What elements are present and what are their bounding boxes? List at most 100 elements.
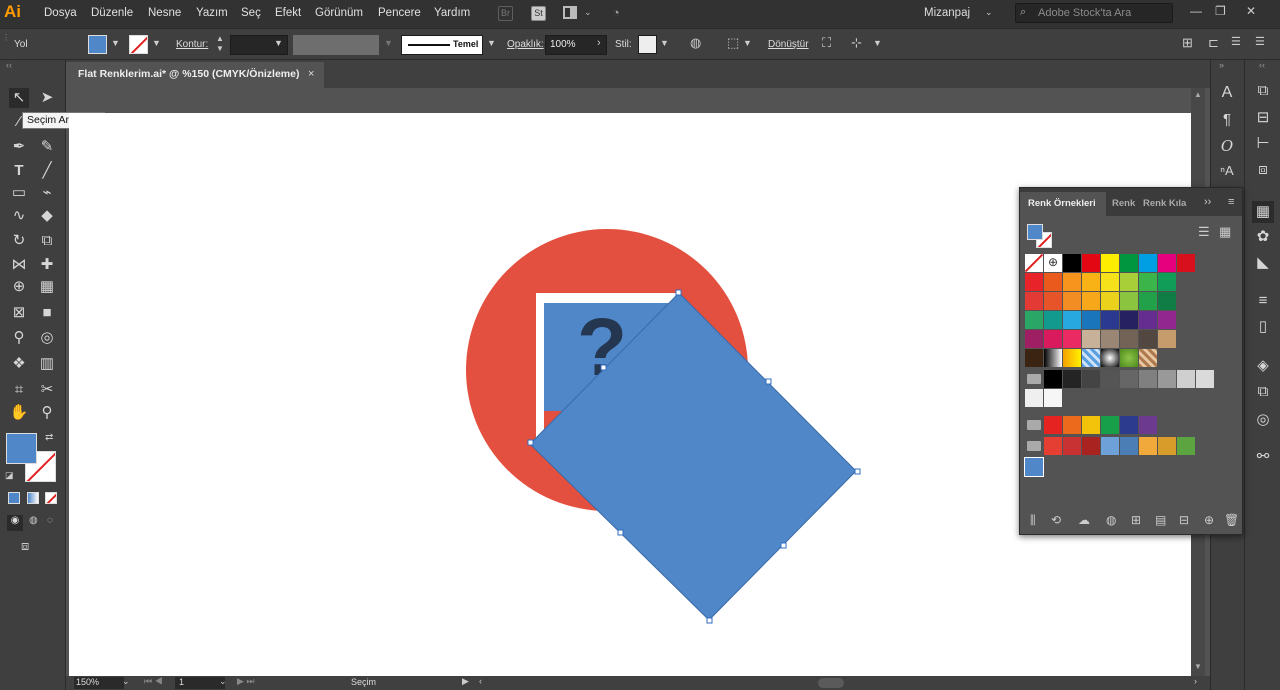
swatch[interactable]: [1158, 254, 1176, 272]
transform-icon[interactable]: ⧈: [1252, 159, 1274, 181]
minimize-button[interactable]: —: [1190, 4, 1202, 18]
zoom-input[interactable]: 150%: [74, 677, 124, 689]
swatch[interactable]: [1063, 273, 1081, 291]
swatch[interactable]: [1101, 437, 1119, 455]
draw-behind-icon[interactable]: ◍: [29, 515, 38, 526]
artboards-icon[interactable]: ⧉: [1252, 381, 1274, 403]
swatch[interactable]: [1158, 330, 1176, 348]
opentype-icon[interactable]: O: [1216, 135, 1238, 157]
delete-swatch-icon[interactable]: 🗑: [1224, 513, 1239, 527]
scroll-down-icon[interactable]: ▼: [1194, 662, 1202, 671]
swatch[interactable]: [1025, 254, 1043, 272]
isolate-icon[interactable]: ⛶: [822, 35, 831, 51]
swatch-options-icon[interactable]: ⊞: [1131, 513, 1141, 527]
swatch[interactable]: [1177, 370, 1195, 388]
line-tool[interactable]: ╱: [37, 161, 57, 181]
swatch[interactable]: [1196, 370, 1214, 388]
chevron-down-icon[interactable]: ▼: [111, 38, 120, 48]
swatch[interactable]: [1044, 437, 1062, 455]
swatch[interactable]: [1120, 437, 1138, 455]
swatch[interactable]: [1063, 370, 1081, 388]
workspace-switcher[interactable]: Mizanpaj: [924, 7, 970, 19]
swatch[interactable]: [1063, 416, 1081, 434]
menu-duzenle[interactable]: Düzenle: [91, 7, 133, 19]
swatch[interactable]: [1101, 292, 1119, 310]
menu-yazim[interactable]: Yazım: [196, 7, 228, 19]
color-mode-button[interactable]: [8, 492, 20, 504]
swatch[interactable]: [1139, 370, 1157, 388]
selection-tool[interactable]: ↖: [9, 88, 29, 108]
swatch[interactable]: [1139, 330, 1157, 348]
menu-pencere[interactable]: Pencere: [378, 7, 421, 19]
chevron-down-icon[interactable]: ▼: [274, 38, 283, 48]
screen-mode-icon[interactable]: ⧈: [21, 538, 29, 554]
swatch[interactable]: [1025, 330, 1043, 348]
gpu-performance-icon[interactable]: ◔: [612, 5, 620, 20]
type-tool[interactable]: T: [9, 161, 29, 181]
tab-swatches[interactable]: Renk Örnekleri: [1028, 198, 1096, 209]
menu-dosya[interactable]: Dosya: [44, 7, 77, 19]
swatch[interactable]: [1044, 416, 1062, 434]
brushes-icon[interactable]: ✿: [1252, 226, 1274, 248]
close-window-button[interactable]: ✕: [1246, 4, 1256, 18]
swatch[interactable]: [1120, 254, 1138, 272]
swatch[interactable]: [1044, 311, 1062, 329]
chevron-down-icon[interactable]: ▼: [152, 38, 161, 48]
arrange-documents-icon[interactable]: [563, 6, 577, 19]
first-artboard-icon[interactable]: ⏮ ◀: [144, 676, 163, 687]
swatch[interactable]: [1139, 349, 1157, 367]
none-mode-button[interactable]: [45, 492, 57, 504]
swatch[interactable]: [1139, 273, 1157, 291]
brush-definition[interactable]: Temel: [401, 35, 483, 55]
panel-menu-icon[interactable]: ☰: [1231, 35, 1241, 48]
swatch[interactable]: [1082, 437, 1100, 455]
symbol-sprayer-tool[interactable]: ❖: [9, 354, 29, 374]
document-tab[interactable]: Flat Renklerim.ai* @ %150 (CMYK/Önizleme…: [66, 62, 324, 88]
color-groups-icon[interactable]: ☁: [1078, 513, 1090, 527]
swatch[interactable]: [1120, 311, 1138, 329]
swatch[interactable]: [1082, 311, 1100, 329]
swatch[interactable]: [1082, 370, 1100, 388]
perspective-grid-tool[interactable]: ▦: [37, 277, 57, 297]
swatch[interactable]: [1158, 437, 1176, 455]
links-icon[interactable]: ⚯: [1252, 446, 1274, 468]
panel-fill-swatch[interactable]: [1027, 224, 1043, 240]
rotate-tool[interactable]: ↻: [9, 231, 29, 251]
swatch[interactable]: [1120, 416, 1138, 434]
chevron-down-icon[interactable]: ⌄: [584, 7, 592, 18]
character-icon[interactable]: A: [1216, 82, 1238, 104]
next-artboard-icon[interactable]: ▶ ⏭: [237, 676, 255, 687]
swatch[interactable]: [1044, 292, 1062, 310]
scroll-up-icon[interactable]: ▲: [1194, 90, 1202, 99]
swatch[interactable]: [1082, 349, 1100, 367]
add-used-colors-icon[interactable]: ⟲: [1051, 513, 1061, 527]
swatch[interactable]: [1120, 273, 1138, 291]
restore-button[interactable]: ❐: [1215, 4, 1226, 18]
swatch[interactable]: [1101, 349, 1119, 367]
variable-width-profile[interactable]: [293, 35, 379, 55]
swatch[interactable]: [1063, 349, 1081, 367]
zoom-tool[interactable]: ⚲: [37, 403, 57, 423]
align-icon[interactable]: ⊟: [1252, 107, 1274, 129]
swatch[interactable]: [1082, 273, 1100, 291]
menu-efekt[interactable]: Efekt: [275, 7, 301, 19]
symbols-icon[interactable]: ◣: [1252, 252, 1274, 274]
blend-tool[interactable]: ◎: [37, 328, 57, 348]
appearance-icon[interactable]: ◎: [1252, 409, 1274, 431]
artboard-tool[interactable]: ⌗: [9, 380, 29, 400]
chevron-down-icon[interactable]: ▼: [873, 38, 882, 48]
align-panel-icon[interactable]: ⊏: [1208, 35, 1219, 51]
shape-builder-tool[interactable]: ⊕: [9, 277, 29, 297]
swatch[interactable]: [1082, 416, 1100, 434]
swatch[interactable]: [1025, 311, 1043, 329]
color-group-icon[interactable]: ▤: [1155, 513, 1166, 527]
align-to-icon[interactable]: ⬚: [727, 35, 739, 51]
swatch[interactable]: [1063, 292, 1081, 310]
swatch[interactable]: [1044, 389, 1062, 407]
tab-color-guide[interactable]: Renk Kıla: [1143, 198, 1186, 209]
chevron-down-icon[interactable]: ⌄: [219, 676, 227, 687]
opacity-label[interactable]: Opaklık:: [507, 39, 544, 50]
swatch[interactable]: [1044, 349, 1062, 367]
pen-tool[interactable]: ✒: [9, 137, 29, 157]
gradient-tool[interactable]: ■: [37, 303, 57, 323]
